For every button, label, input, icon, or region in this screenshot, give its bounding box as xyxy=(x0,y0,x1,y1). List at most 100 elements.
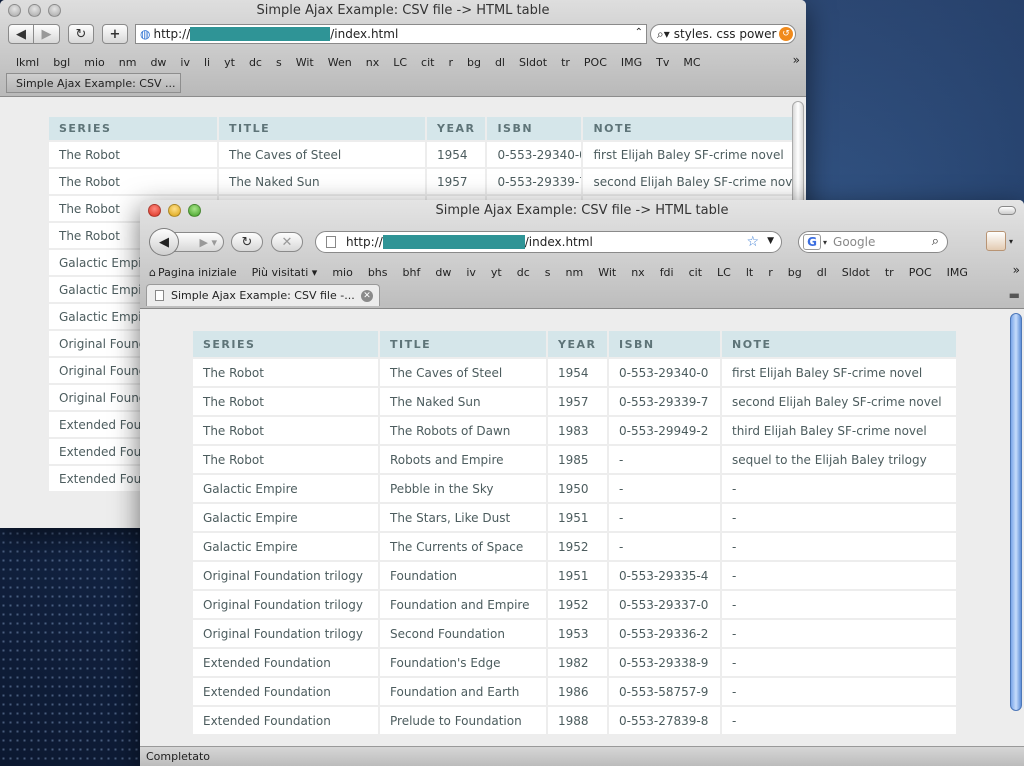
bookmark-item[interactable]: Più visitati ▾ xyxy=(252,266,318,279)
bookmark-item[interactable]: mio xyxy=(332,266,353,279)
bookmark-item[interactable]: LC xyxy=(393,56,407,69)
bookmarks-overflow-icon[interactable]: » xyxy=(793,53,800,67)
zoom-window-button[interactable] xyxy=(188,204,201,217)
table-cell: - xyxy=(722,707,956,734)
bookmark-item[interactable]: Sldot xyxy=(842,266,870,279)
bookmark-item[interactable]: IMG xyxy=(947,266,968,279)
bookmark-item[interactable]: cit xyxy=(689,266,702,279)
bookmark-item[interactable]: Pagina iniziale xyxy=(158,266,237,279)
bookmark-item[interactable]: bg xyxy=(788,266,802,279)
google-engine-icon[interactable]: G xyxy=(803,234,821,250)
bookmark-item[interactable]: Wit xyxy=(598,266,616,279)
column-header: NOTE xyxy=(722,331,956,357)
bookmark-item[interactable]: bhs xyxy=(368,266,388,279)
browser-tab[interactable]: Simple Ajax Example: CSV file -... ✕ xyxy=(146,284,380,306)
bookmark-item[interactable]: s xyxy=(545,266,551,279)
bookmark-item[interactable]: mio xyxy=(84,56,105,69)
table-cell: Original Foundation trilogy xyxy=(193,591,378,618)
bookmark-item[interactable]: iv xyxy=(180,56,190,69)
bookmark-item[interactable]: iv xyxy=(466,266,476,279)
bookmark-item[interactable]: Wen xyxy=(328,56,352,69)
vertical-scrollbar[interactable] xyxy=(1010,313,1022,711)
table-row: Extended Foundation Foundation and Earth 1… xyxy=(193,678,956,705)
bookmark-item[interactable]: Wit xyxy=(296,56,314,69)
bookmark-item[interactable]: IMG xyxy=(621,56,642,69)
browser-tab[interactable]: Simple Ajax Example: CSV ... xyxy=(6,73,181,93)
table-cell: second Elijah Baley SF-crime novel xyxy=(583,169,800,194)
bookmark-item[interactable]: r xyxy=(448,56,453,69)
table-cell: Extended Foundation xyxy=(193,707,378,734)
bookmark-item[interactable]: s xyxy=(276,56,282,69)
search-field[interactable]: ⌕▾ styles. css power r ↺ xyxy=(650,24,796,44)
tab-close-icon[interactable]: ✕ xyxy=(361,290,373,302)
bookmark-item[interactable]: tr xyxy=(885,266,894,279)
bookmark-item[interactable]: dw xyxy=(150,56,166,69)
table-cell: The Robot xyxy=(193,359,378,386)
bookmark-item[interactable]: LC xyxy=(717,266,731,279)
table-cell: Foundation and Earth xyxy=(380,678,546,705)
search-icon[interactable]: ⌕ xyxy=(932,234,939,249)
table-cell: 1950 xyxy=(548,475,607,502)
table-cell: The Caves of Steel xyxy=(219,142,425,167)
bookmark-item[interactable]: Tv xyxy=(656,56,669,69)
bookmark-item[interactable]: r xyxy=(768,266,773,279)
stop-button[interactable]: ✕ xyxy=(271,232,303,252)
table-cell: 1988 xyxy=(548,707,607,734)
back-button[interactable]: ◀ xyxy=(149,228,179,256)
table-cell: 1953 xyxy=(548,620,607,647)
reload-button[interactable]: ↻ xyxy=(68,24,94,44)
minimize-window-button[interactable] xyxy=(28,4,41,17)
search-field[interactable]: G ▾ Google ⌕ xyxy=(798,231,948,253)
url-prefix: http:// xyxy=(346,235,383,249)
bookmark-item[interactable]: li xyxy=(204,56,210,69)
table-cell: 0-553-27839-8 xyxy=(609,707,720,734)
back-button[interactable]: ◀ xyxy=(8,24,34,44)
star-bookmark-icon[interactable]: ☆ xyxy=(746,234,759,250)
tab-list-icon[interactable]: ▬ xyxy=(1009,288,1020,302)
close-window-button[interactable] xyxy=(148,204,161,217)
bookmark-item[interactable]: bg xyxy=(467,56,481,69)
search-text: styles. css power r xyxy=(673,27,786,41)
bookmark-item[interactable]: nx xyxy=(631,266,644,279)
zoom-window-button[interactable] xyxy=(48,4,61,17)
toolbar-toggle-button[interactable] xyxy=(998,206,1016,215)
bookmark-item[interactable]: tr xyxy=(561,56,570,69)
window-title: Simple Ajax Example: CSV file -> HTML ta… xyxy=(256,3,550,18)
bookmark-item[interactable]: nx xyxy=(366,56,379,69)
bookmark-item[interactable]: Sldot xyxy=(519,56,547,69)
forward-button[interactable]: ▶ xyxy=(34,24,60,44)
bookmark-item[interactable]: yt xyxy=(491,266,502,279)
bookmark-item[interactable]: dl xyxy=(817,266,827,279)
bookmark-item[interactable]: dw xyxy=(435,266,451,279)
bookmark-item[interactable]: nm xyxy=(119,56,137,69)
bookmark-item[interactable]: nm xyxy=(566,266,584,279)
bookmark-item[interactable]: bhf xyxy=(403,266,421,279)
toolbar-extension-icon[interactable] xyxy=(986,231,1006,251)
bookmark-item[interactable]: yt xyxy=(224,56,235,69)
extension-dropdown-icon[interactable]: ▾ xyxy=(1009,237,1013,246)
reload-button[interactable]: ↻ xyxy=(231,232,263,252)
table-cell: - xyxy=(609,446,720,473)
bookmark-item[interactable]: dl xyxy=(495,56,505,69)
bookmark-item[interactable]: POC xyxy=(584,56,607,69)
table-row: The Robot The Caves of Steel 1954 0-553-293… xyxy=(193,359,956,386)
bookmark-item[interactable]: dc xyxy=(249,56,262,69)
bookmark-item[interactable]: POC xyxy=(909,266,932,279)
bookmark-item[interactable]: lkml xyxy=(16,56,39,69)
address-bar[interactable]: http:// /index.html ☆ ▼ xyxy=(315,231,782,253)
bookmark-item[interactable]: fdi xyxy=(660,266,674,279)
bookmarks-overflow-icon[interactable]: » xyxy=(1013,263,1020,277)
bookmark-item[interactable]: lt xyxy=(746,266,753,279)
add-bookmark-button[interactable]: + xyxy=(102,24,128,44)
bookmark-item[interactable]: dc xyxy=(517,266,530,279)
forward-button[interactable]: ▶ ▾ xyxy=(172,232,224,252)
table-cell: The Naked Sun xyxy=(219,169,425,194)
minimize-window-button[interactable] xyxy=(168,204,181,217)
bookmark-item[interactable]: MC xyxy=(683,56,700,69)
url-dropdown-icon[interactable]: ▼ xyxy=(767,236,774,246)
address-bar[interactable]: ◍ http:// /index.html ⌃ xyxy=(135,24,647,44)
home-icon: ⌂ xyxy=(149,265,156,279)
bookmark-item[interactable]: cit xyxy=(421,56,434,69)
bookmark-item[interactable]: bgl xyxy=(53,56,70,69)
close-window-button[interactable] xyxy=(8,4,21,17)
